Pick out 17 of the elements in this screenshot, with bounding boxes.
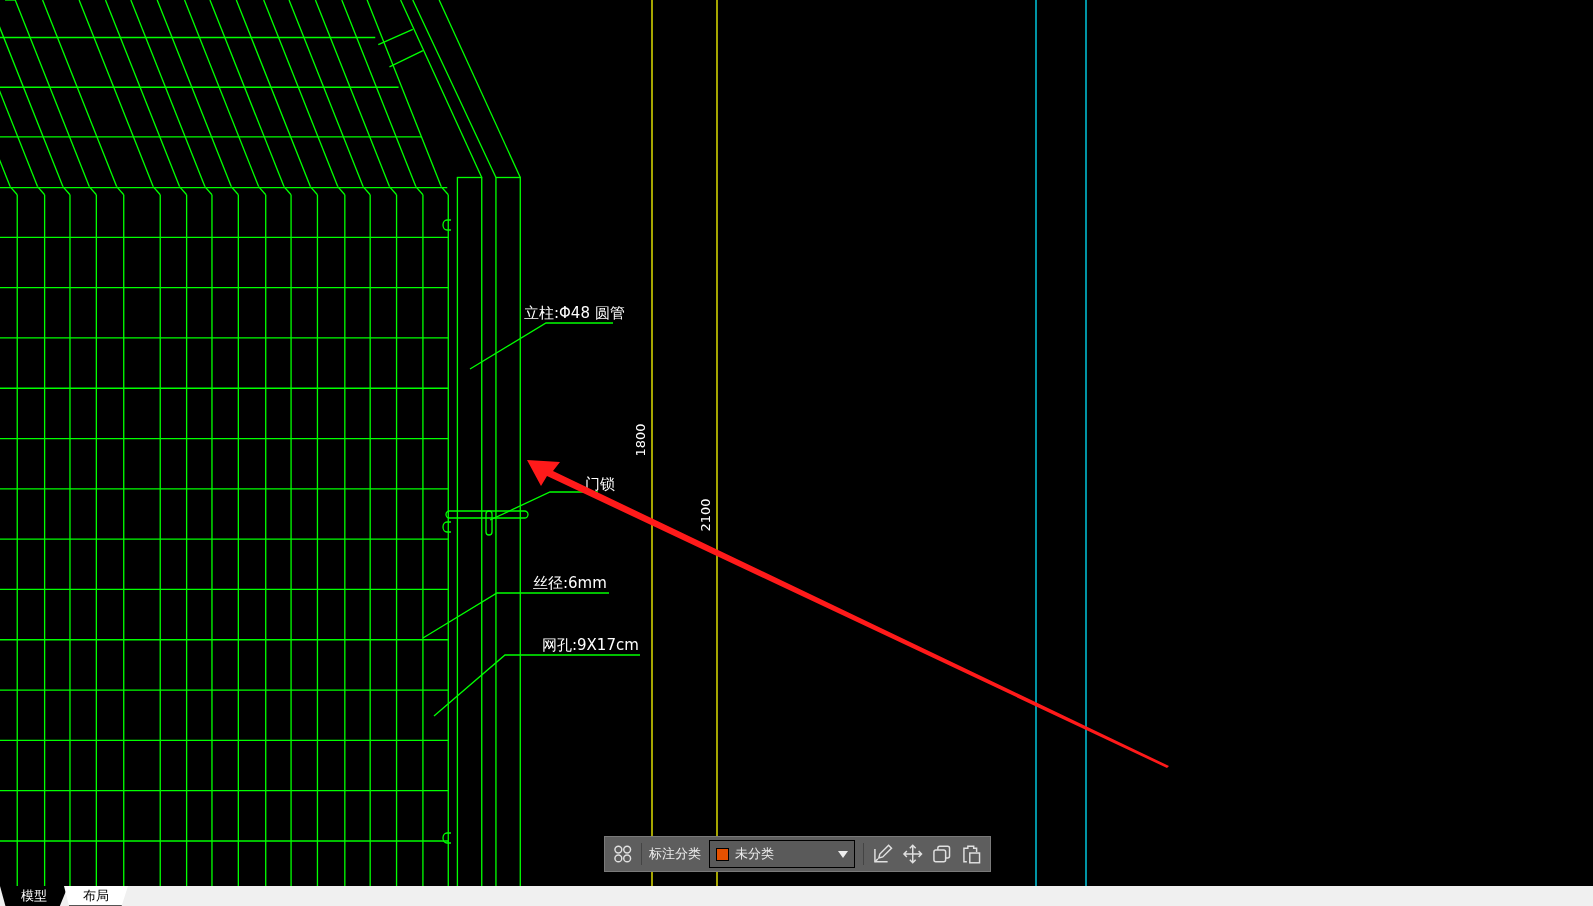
dimension-text: 2100 [698, 498, 713, 532]
category-label: 标注分类 [649, 845, 702, 864]
move-icon[interactable] [901, 843, 924, 865]
category-value: 未分类 [735, 845, 776, 864]
layout-tab[interactable]: 布局 [64, 886, 128, 906]
category-swatch [716, 847, 730, 861]
annotation-text: 网孔:9X17cm [542, 636, 639, 654]
edit-icon[interactable] [872, 843, 894, 865]
copy-icon[interactable] [931, 843, 953, 865]
dropdown-caret-icon [838, 850, 849, 858]
annotation-text: 丝径:6mm [533, 574, 607, 592]
layout-tab[interactable]: 模型 [0, 886, 68, 906]
category-grid-icon[interactable] [613, 844, 633, 864]
dimension-text: 1800 [633, 423, 648, 457]
annotation-text: 立柱:Φ48 圆管 [524, 304, 625, 322]
category-dropdown[interactable]: 未分类 [709, 840, 856, 868]
paste-icon[interactable] [960, 843, 982, 865]
